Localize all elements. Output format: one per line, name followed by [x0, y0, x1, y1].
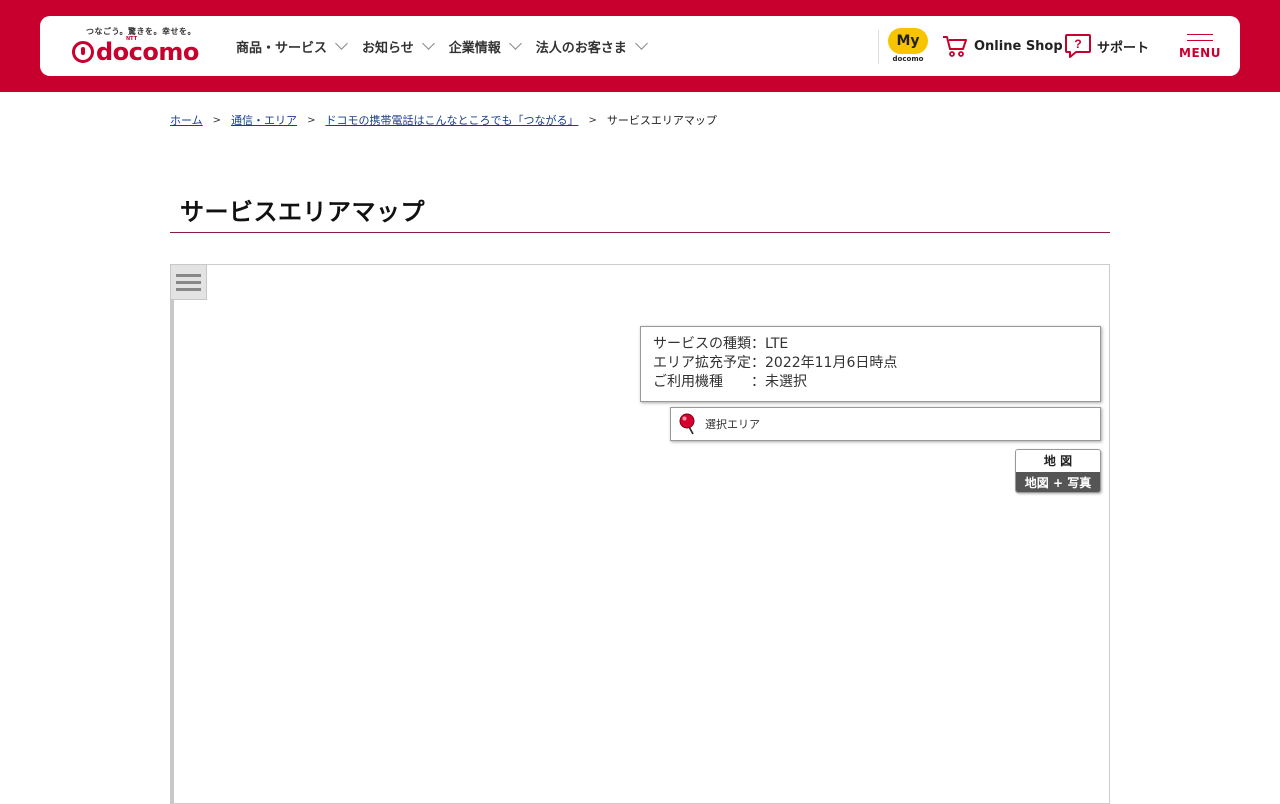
- breadcrumb-current: サービスエリアマップ: [606, 114, 717, 127]
- nav-products-services[interactable]: 商品・サービス: [236, 37, 348, 56]
- chevron-down-icon: [634, 37, 648, 50]
- chevron-down-icon: [421, 37, 435, 50]
- chevron-down-icon: [508, 37, 522, 50]
- hamburger-icon-line: [176, 280, 201, 284]
- logo-wordmark: docomo: [72, 38, 199, 66]
- support-link[interactable]: ? サポート: [1064, 16, 1149, 76]
- title-underline: [170, 232, 1110, 233]
- support-label: サポート: [1097, 40, 1150, 56]
- mydocomo-link[interactable]: My docomo: [888, 28, 928, 66]
- map-pin-icon: [679, 413, 695, 435]
- breadcrumb-separator: >: [588, 114, 597, 126]
- menu-button[interactable]: MENU: [1174, 34, 1226, 66]
- nav-corporate-info[interactable]: 企業情報: [448, 37, 522, 56]
- info-key: ご利用機種 ：: [653, 374, 765, 390]
- svg-text:?: ?: [1074, 37, 1081, 51]
- mydocomo-badge: My: [888, 28, 928, 54]
- mydocomo-sub: docomo: [892, 55, 924, 63]
- breadcrumb-connect-anywhere[interactable]: ドコモの携帯電話はこんなところでも「つながる」: [325, 112, 578, 128]
- logo-tagline: つなごう。驚きを。幸せを。: [86, 27, 197, 36]
- info-device: ご利用機種 ： 未選択: [653, 373, 1088, 392]
- info-key: エリア拡充予定：: [653, 355, 765, 371]
- nav-news[interactable]: お知らせ: [362, 37, 435, 56]
- nav-business-customers[interactable]: 法人のお客さま: [535, 37, 648, 56]
- online-shop-label: Online Shop: [974, 38, 1063, 54]
- map-info-panel: サービスの種類： LTE エリア拡充予定： 2022年11月6日時点 ご利用機種…: [640, 326, 1101, 402]
- chevron-down-icon: [335, 37, 348, 50]
- power-icon: [72, 41, 94, 63]
- info-service-type: サービスの種類： LTE: [653, 335, 1088, 354]
- breadcrumb-separator: >: [307, 114, 316, 126]
- map-menu-button[interactable]: [170, 264, 207, 300]
- info-value: 未選択: [765, 374, 807, 390]
- nav-label: 企業情報: [448, 40, 501, 56]
- help-icon: ?: [1065, 34, 1091, 58]
- info-expansion-plan: エリア拡充予定： 2022年11月6日時点: [653, 354, 1088, 373]
- docomo-logo[interactable]: つなごう。驚きを。幸せを。 NTT docomo: [72, 24, 204, 70]
- breadcrumb-home[interactable]: ホーム: [170, 112, 203, 128]
- hamburger-icon: [1187, 34, 1213, 41]
- breadcrumb-communication-area[interactable]: 通信・エリア: [231, 112, 297, 128]
- map-photo-button[interactable]: 地図 + 写真: [1016, 472, 1100, 492]
- info-value: LTE: [765, 336, 789, 352]
- map-type-toggle: 地 図 地図 + 写真: [1015, 449, 1101, 493]
- info-value: 2022年11月6日時点: [765, 355, 898, 371]
- hamburger-icon-line: [176, 287, 201, 291]
- nav-label: 法人のお客さま: [535, 40, 627, 56]
- menu-label: MENU: [1179, 46, 1221, 60]
- hamburger-icon-line: [176, 273, 201, 277]
- nav-label: 商品・サービス: [236, 40, 328, 56]
- nav-label: お知らせ: [362, 40, 414, 56]
- cart-icon: [943, 36, 967, 57]
- site-header: つなごう。驚きを。幸せを。 NTT docomo 商品・サービス お知らせ 企業…: [40, 16, 1240, 76]
- legend-label: 選択エリア: [705, 418, 760, 431]
- map-legend: 選択エリア: [670, 407, 1101, 441]
- global-nav: 商品・サービス お知らせ 企業情報 法人のお客さま: [236, 16, 648, 76]
- info-key: サービスの種類：: [653, 336, 765, 352]
- breadcrumb-separator: >: [212, 114, 222, 126]
- map-only-button[interactable]: 地 図: [1016, 450, 1100, 472]
- logo-text: docomo: [96, 38, 199, 66]
- header-divider: [878, 30, 879, 64]
- breadcrumb: ホーム > 通信・エリア > ドコモの携帯電話はこんなところでも「つながる」 >…: [170, 112, 717, 128]
- page-title: サービスエリアマップ: [180, 198, 425, 226]
- online-shop-link[interactable]: Online Shop: [942, 16, 1063, 76]
